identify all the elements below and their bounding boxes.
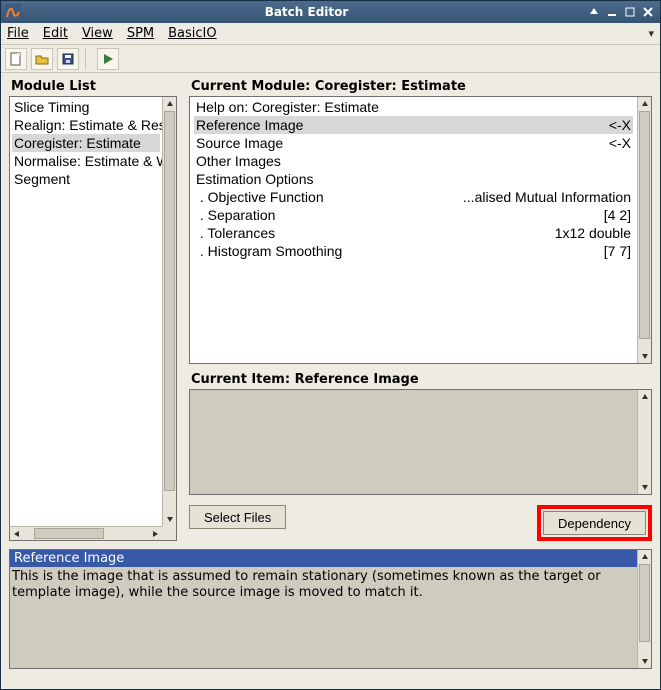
param-row[interactable]: Reference Image <-X <box>194 116 633 134</box>
list-item[interactable]: Coregister: Estimate <box>12 134 160 152</box>
param-name: . Objective Function <box>196 188 324 206</box>
new-file-icon <box>9 52 23 66</box>
param-row[interactable]: . Tolerances 1x12 double <box>194 224 633 242</box>
param-name: Estimation Options <box>196 170 314 188</box>
maximize-icon[interactable] <box>622 5 638 19</box>
menu-overflow-icon[interactable]: ▾ <box>648 27 654 40</box>
module-list-label: Module List <box>11 79 177 94</box>
scroll-thumb[interactable] <box>639 111 650 339</box>
toolbar <box>1 45 660 73</box>
menu-view[interactable]: View <box>82 26 113 41</box>
menubar: File Edit View SPM BasicIO ▾ <box>1 23 660 45</box>
module-list-hscroll[interactable] <box>10 526 162 540</box>
help-box: Reference Image This is the image that i… <box>9 549 652 669</box>
minimize-icon[interactable] <box>604 5 620 19</box>
batch-editor-window: Batch Editor File Edit View SPM BasicIO … <box>0 0 661 690</box>
scroll-up-icon[interactable] <box>163 97 176 111</box>
save-button[interactable] <box>57 48 79 70</box>
menu-edit[interactable]: Edit <box>43 26 68 41</box>
current-item-vscroll[interactable] <box>637 390 651 494</box>
module-list-vscroll[interactable] <box>162 97 176 526</box>
param-name: . Histogram Smoothing <box>196 242 342 260</box>
param-name: Other Images <box>196 152 281 170</box>
param-name: . Tolerances <box>196 224 275 242</box>
param-value: <-X <box>609 116 631 134</box>
list-item[interactable]: Segment <box>12 170 160 188</box>
run-button[interactable] <box>97 48 119 70</box>
param-name: . Separation <box>196 206 275 224</box>
param-list[interactable]: Help on: Coregister: EstimateReference I… <box>190 97 637 363</box>
dependency-highlight: Dependency <box>537 505 652 541</box>
param-row[interactable]: Estimation Options <box>194 170 633 188</box>
current-module-column: Current Module: Coregister: Estimate Hel… <box>189 79 652 541</box>
param-row[interactable]: Other Images <box>194 152 633 170</box>
current-item-section: Current Item: Reference Image <box>189 372 652 495</box>
menu-file[interactable]: File <box>7 26 29 41</box>
select-files-button[interactable]: Select Files <box>189 505 286 529</box>
window-controls <box>586 5 656 19</box>
module-list-column: Module List Slice TimingRealign: Estimat… <box>9 79 177 541</box>
help-body: This is the image that is assumed to rem… <box>10 567 637 603</box>
param-list-box: Help on: Coregister: EstimateReference I… <box>189 96 652 364</box>
list-item[interactable]: Slice Timing <box>12 98 160 116</box>
scroll-right-icon[interactable] <box>148 527 162 540</box>
shade-icon[interactable] <box>586 5 602 19</box>
param-row[interactable]: . Histogram Smoothing [7 7] <box>194 242 633 260</box>
param-name: Help on: Coregister: Estimate <box>196 98 379 116</box>
param-row[interactable]: . Separation [4 2] <box>194 206 633 224</box>
param-row[interactable]: Source Image <-X <box>194 134 633 152</box>
scroll-down-icon[interactable] <box>163 512 176 526</box>
play-icon <box>101 52 115 66</box>
dependency-button[interactable]: Dependency <box>543 511 646 535</box>
param-row[interactable]: Help on: Coregister: Estimate <box>194 98 633 116</box>
menu-spm[interactable]: SPM <box>127 26 154 41</box>
current-module-label: Current Module: Coregister: Estimate <box>191 79 652 94</box>
close-icon[interactable] <box>640 5 656 19</box>
scroll-corner <box>162 526 176 540</box>
scroll-down-icon[interactable] <box>638 654 651 668</box>
titlebar: Batch Editor <box>1 1 660 23</box>
param-name: Reference Image <box>196 116 303 134</box>
scroll-up-icon[interactable] <box>638 550 651 564</box>
param-name: Source Image <box>196 134 283 152</box>
scroll-thumb[interactable] <box>164 111 175 491</box>
current-item-label: Current Item: Reference Image <box>191 372 652 387</box>
current-item-box[interactable] <box>189 389 652 495</box>
module-list[interactable]: Slice TimingRealign: Estimate & ResliceC… <box>10 97 162 526</box>
scroll-thumb[interactable] <box>34 528 104 539</box>
scroll-down-icon[interactable] <box>638 480 651 494</box>
body-area: Module List Slice TimingRealign: Estimat… <box>1 73 660 689</box>
scroll-thumb[interactable] <box>639 564 650 642</box>
upper-area: Module List Slice TimingRealign: Estimat… <box>9 79 652 541</box>
param-value: [7 7] <box>604 242 631 260</box>
button-row: Select Files Dependency <box>189 505 652 541</box>
scroll-down-icon[interactable] <box>638 349 651 363</box>
param-row[interactable]: . Objective Function ...alised Mutual Inf… <box>194 188 633 206</box>
toolbar-separator <box>85 48 91 70</box>
param-value: [4 2] <box>604 206 631 224</box>
param-value: ...alised Mutual Information <box>463 188 631 206</box>
list-item[interactable]: Realign: Estimate & Reslice <box>12 116 160 134</box>
app-logo-icon <box>5 4 21 20</box>
scroll-up-icon[interactable] <box>638 390 651 404</box>
menu-basicio[interactable]: BasicIO <box>168 26 216 41</box>
new-file-button[interactable] <box>5 48 27 70</box>
module-list-box: Slice TimingRealign: Estimate & ResliceC… <box>9 96 177 541</box>
scroll-left-icon[interactable] <box>10 527 24 540</box>
help-vscroll[interactable] <box>637 550 651 668</box>
param-list-vscroll[interactable] <box>637 97 651 363</box>
param-value: <-X <box>609 134 631 152</box>
open-file-button[interactable] <box>31 48 53 70</box>
window-title: Batch Editor <box>27 5 586 19</box>
open-folder-icon <box>35 52 49 66</box>
scroll-up-icon[interactable] <box>638 97 651 111</box>
param-value: 1x12 double <box>555 224 631 242</box>
save-icon <box>61 52 75 66</box>
help-title: Reference Image <box>10 550 637 567</box>
list-item[interactable]: Normalise: Estimate & Write <box>12 152 160 170</box>
